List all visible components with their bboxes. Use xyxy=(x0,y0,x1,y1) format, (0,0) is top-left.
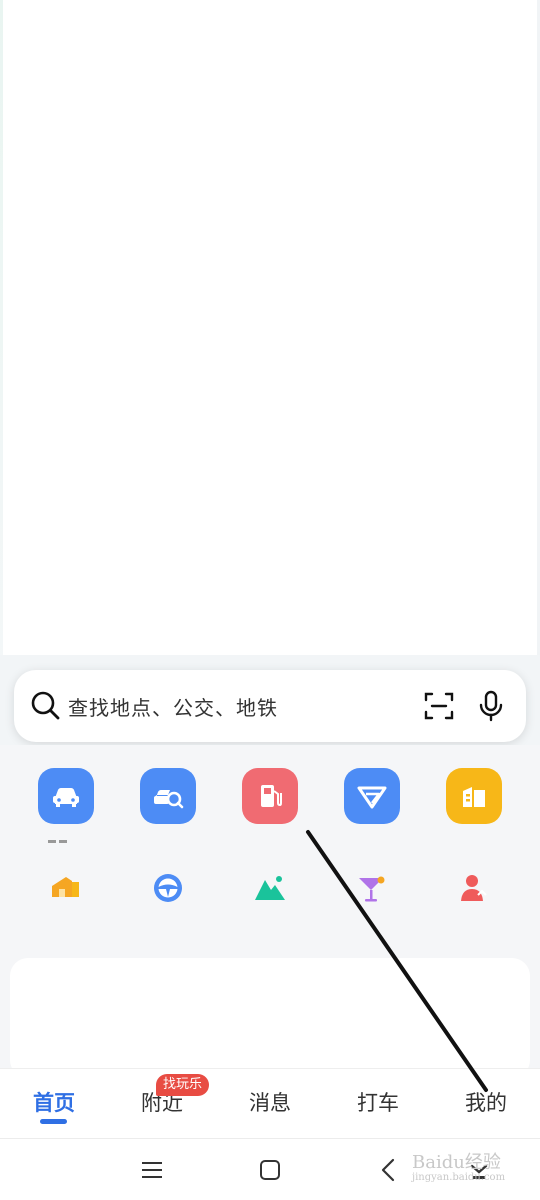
map-edge-left xyxy=(0,0,3,690)
active-tab-indicator xyxy=(40,1119,67,1124)
car-search-icon xyxy=(154,790,184,809)
person-icon[interactable] xyxy=(456,870,492,906)
tab-me[interactable]: 我的 xyxy=(436,1087,536,1117)
menu-icon[interactable] xyxy=(137,1155,167,1185)
search-bar[interactable]: 查找地点、公交、地铁 xyxy=(14,670,526,742)
steering-wheel-icon[interactable] xyxy=(150,870,186,906)
mini-icons-row xyxy=(0,870,540,910)
microphone-icon[interactable] xyxy=(474,689,508,723)
watermark-subtext: jingyan.baidu.com xyxy=(412,1172,506,1183)
bottom-tab-bar: 首页 附近 消息 打车 我的 xyxy=(0,1068,540,1138)
car-service-icon xyxy=(53,788,79,807)
scan-icon[interactable] xyxy=(422,689,456,723)
home-square-icon[interactable] xyxy=(255,1155,285,1185)
tab-home[interactable]: 首页 xyxy=(4,1087,104,1117)
travel-v-icon xyxy=(357,786,387,809)
search-icon xyxy=(31,691,60,720)
travel-tile[interactable] xyxy=(344,768,400,824)
building-icon xyxy=(463,787,485,807)
tab-messages[interactable]: 消息 xyxy=(220,1087,320,1117)
gas-station-icon xyxy=(261,785,282,807)
map-view[interactable] xyxy=(0,0,540,690)
car-service-tile[interactable] xyxy=(38,768,94,824)
car-search-tile[interactable] xyxy=(140,768,196,824)
watermark-text: Baidu经验 xyxy=(412,1152,501,1173)
mountain-icon[interactable] xyxy=(252,870,288,906)
quick-tiles-row xyxy=(0,768,540,828)
tile-label-fragment xyxy=(48,828,78,843)
house-icon[interactable] xyxy=(48,870,84,906)
watermark: Baidu经验 jingyan.baidu.com xyxy=(412,1148,532,1190)
back-icon[interactable] xyxy=(374,1155,404,1185)
gas-station-tile[interactable] xyxy=(242,768,298,824)
tab-taxi[interactable]: 打车 xyxy=(328,1087,428,1117)
cocktail-icon[interactable] xyxy=(354,870,390,906)
feed-card[interactable] xyxy=(10,958,530,1078)
search-input[interactable]: 查找地点、公交、地铁 xyxy=(68,692,422,721)
building-tile[interactable] xyxy=(446,768,502,824)
nearby-badge: 找玩乐 xyxy=(156,1074,210,1096)
